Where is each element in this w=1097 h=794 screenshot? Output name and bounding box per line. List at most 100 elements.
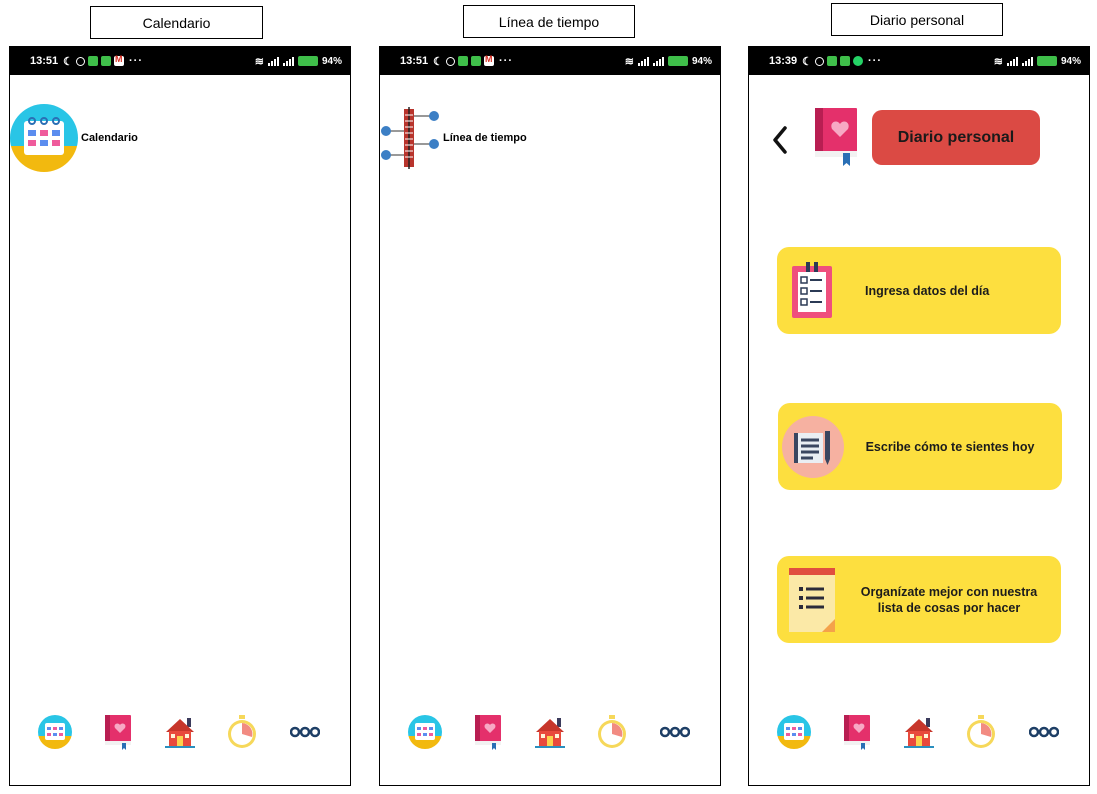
caption-linea-de-tiempo: Línea de tiempo	[463, 5, 635, 38]
battery-icon	[297, 56, 318, 66]
signal-4g-icon	[652, 56, 664, 66]
alarm-icon	[76, 56, 86, 66]
signal-icon	[1006, 56, 1018, 66]
signal-icon	[267, 56, 279, 66]
gmail-icon	[114, 54, 125, 66]
phone-screen-diario-personal: 13:39 ☾ ··· ≋ 94% Diario personal Ingres…	[748, 46, 1090, 786]
bottom-nav	[749, 712, 1089, 752]
app-notification-icon	[101, 56, 112, 66]
nav-home[interactable]	[530, 712, 570, 752]
nav-calendar[interactable]	[35, 712, 75, 752]
diary-book-icon	[843, 715, 870, 750]
nav-diary[interactable]	[837, 712, 877, 752]
timer-icon	[967, 715, 996, 748]
wifi-icon: ≋	[624, 55, 634, 68]
more-notifications-icon: ···	[868, 55, 883, 67]
list-item-linea-de-tiempo[interactable]: Línea de tiempo	[380, 107, 527, 169]
nav-calendar[interactable]	[774, 712, 814, 752]
nav-diary[interactable]	[468, 712, 508, 752]
wifi-icon: ≋	[254, 55, 264, 68]
battery-icon	[1036, 56, 1057, 66]
caption-diario-personal: Diario personal	[831, 3, 1003, 36]
bottom-nav	[10, 712, 350, 752]
battery-percent: 94%	[1060, 55, 1081, 67]
card-ingresa-datos[interactable]: Ingresa datos del día	[777, 247, 1061, 334]
diary-book-icon	[815, 108, 857, 166]
timer-icon	[228, 715, 257, 748]
moon-icon: ☾	[802, 55, 813, 68]
status-time: 13:39	[769, 55, 798, 67]
back-button[interactable]	[769, 123, 791, 157]
caption-calendario: Calendario	[90, 6, 263, 39]
timeline-icon	[381, 107, 439, 169]
card-icon-wrap	[778, 403, 848, 490]
nav-diary[interactable]	[98, 712, 138, 752]
battery-percent: 94%	[691, 55, 712, 67]
card-icon-wrap	[777, 247, 847, 334]
wifi-icon: ≋	[993, 55, 1003, 68]
app-notification-icon	[458, 56, 469, 66]
home-icon	[164, 718, 195, 748]
more-notifications-icon: ···	[129, 55, 144, 67]
calendar-icon	[38, 715, 73, 749]
bottom-nav	[380, 712, 720, 752]
card-lista-de-cosas[interactable]: Organízate mejor con nuestra lista de co…	[777, 556, 1061, 643]
todo-list-icon	[789, 567, 835, 632]
moon-icon: ☾	[433, 55, 444, 68]
more-icon	[289, 726, 320, 738]
nav-calendar[interactable]	[405, 712, 445, 752]
nav-more[interactable]	[1024, 712, 1064, 752]
app-notification-icon	[471, 56, 482, 66]
alarm-icon	[815, 56, 825, 66]
chevron-left-icon	[773, 126, 787, 154]
more-notifications-icon: ···	[499, 55, 514, 67]
whatsapp-icon	[853, 56, 864, 66]
status-bar: 13:51 ☾ ··· ≋ 94%	[10, 47, 350, 75]
list-item-calendario[interactable]: Calendario	[10, 104, 138, 172]
gmail-icon	[484, 54, 495, 66]
calendar-icon	[10, 104, 78, 172]
row-label: Línea de tiempo	[443, 132, 527, 144]
phone-screen-calendario: 13:51 ☾ ··· ≋ 94%	[9, 46, 351, 786]
card-label: Organízate mejor con nuestra lista de co…	[860, 584, 1038, 615]
nav-home[interactable]	[899, 712, 939, 752]
nav-timer[interactable]	[961, 712, 1001, 752]
home-icon	[534, 718, 565, 748]
signal-4g-icon	[1021, 56, 1033, 66]
calendar-icon	[777, 715, 812, 749]
card-label: Escribe cómo te sientes hoy	[865, 439, 1035, 454]
nav-more[interactable]	[285, 712, 325, 752]
phone-screen-linea-de-tiempo: 13:51 ☾ ··· ≋ 94% Línea de tiempo	[379, 46, 721, 786]
alarm-icon	[446, 56, 456, 66]
status-bar: 13:51 ☾ ··· ≋ 94%	[380, 47, 720, 75]
status-time: 13:51	[30, 55, 59, 67]
signal-4g-icon	[282, 56, 294, 66]
nav-more[interactable]	[655, 712, 695, 752]
home-icon	[903, 718, 934, 748]
card-escribe-como-te-sientes[interactable]: Escribe cómo te sientes hoy	[778, 403, 1062, 490]
more-icon	[659, 726, 690, 738]
battery-icon	[667, 56, 688, 66]
app-notification-icon	[827, 56, 838, 66]
nav-timer[interactable]	[222, 712, 262, 752]
diary-book-icon	[104, 715, 131, 750]
calendar-icon	[408, 715, 443, 749]
timer-icon	[598, 715, 627, 748]
card-label: Ingresa datos del día	[865, 283, 990, 298]
card-icon-wrap	[777, 556, 847, 643]
app-notification-icon	[88, 56, 99, 66]
status-time: 13:51	[400, 55, 429, 67]
notebook-pencil-icon	[782, 415, 844, 478]
page-title: Diario personal	[872, 110, 1040, 165]
status-bar: 13:39 ☾ ··· ≋ 94%	[749, 47, 1089, 75]
app-notification-icon	[840, 56, 851, 66]
nav-timer[interactable]	[592, 712, 632, 752]
signal-icon	[637, 56, 649, 66]
checklist-clipboard-icon	[792, 261, 832, 318]
battery-percent: 94%	[321, 55, 342, 67]
nav-home[interactable]	[160, 712, 200, 752]
row-label: Calendario	[81, 132, 138, 144]
diary-book-icon	[474, 715, 501, 750]
more-icon	[1028, 726, 1059, 738]
moon-icon: ☾	[63, 55, 74, 68]
